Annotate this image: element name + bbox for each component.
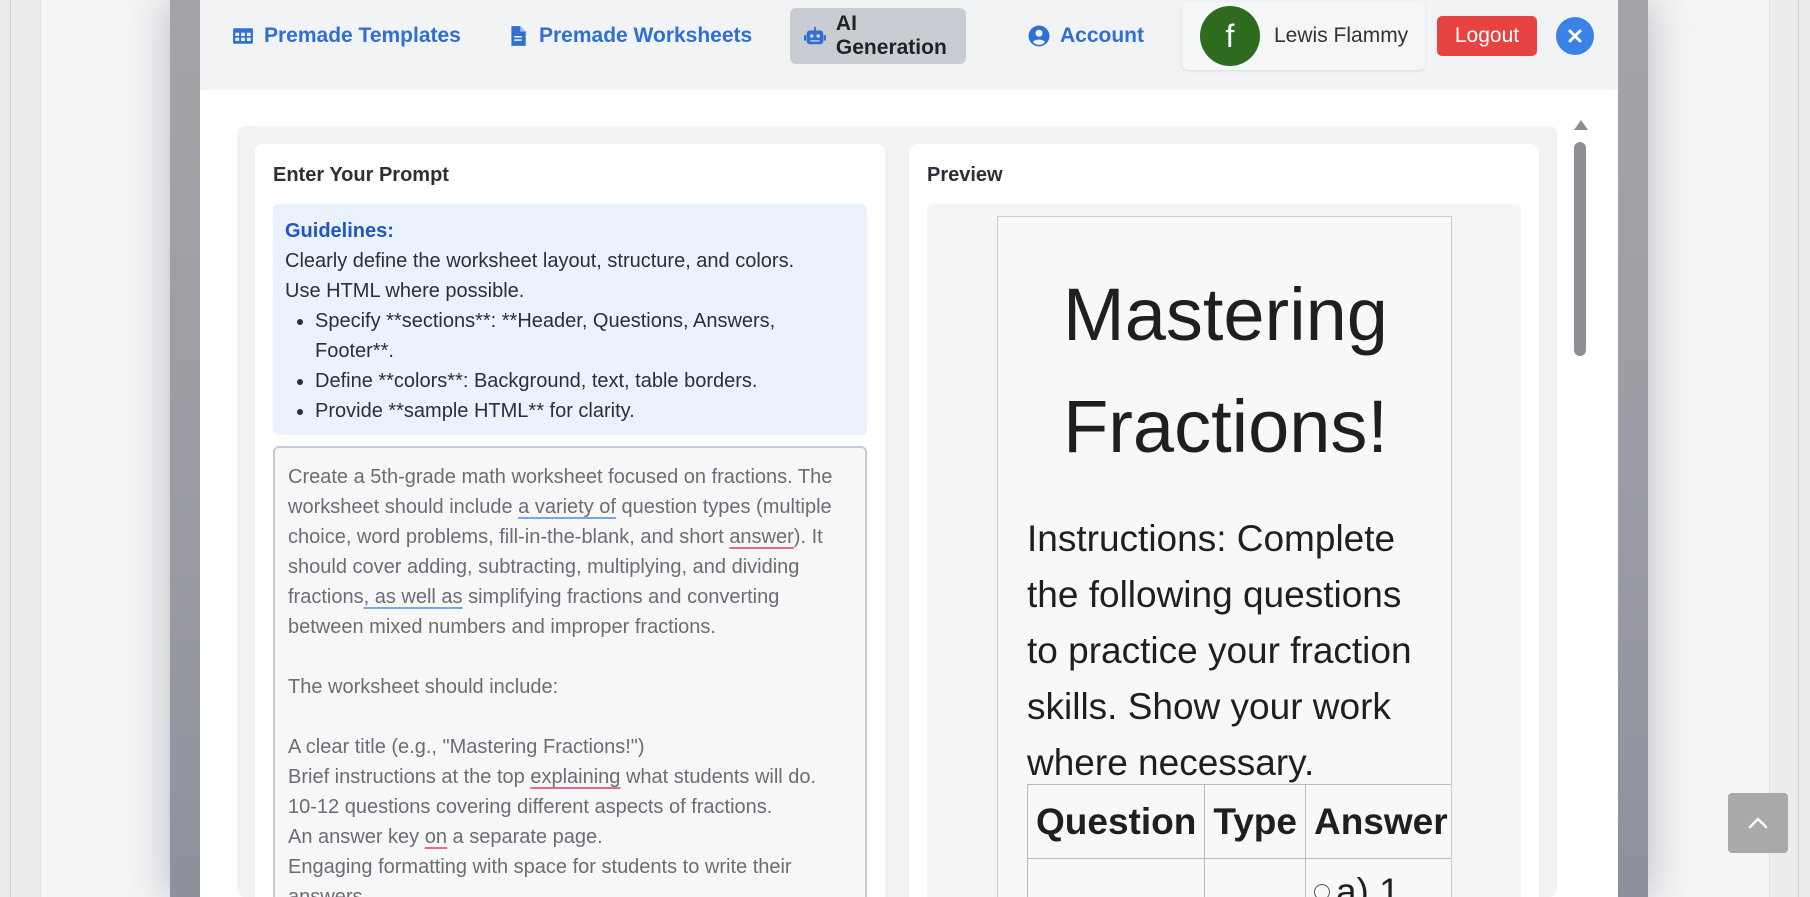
user-profile-chip[interactable]: f Lewis Flammy [1182, 2, 1425, 70]
user-circle-icon [1028, 25, 1050, 47]
avatar: f [1200, 6, 1260, 66]
guidelines-list: Specify **sections**: **Header, Question… [285, 306, 855, 426]
nav-label: AI Generation [835, 12, 947, 59]
prompt-panel-title: Enter Your Prompt [273, 164, 449, 186]
top-navbar: Premade Templates Premade Worksheets AI … [200, 0, 1618, 90]
user-name: Lewis Flammy [1274, 24, 1409, 47]
file-icon [511, 26, 526, 46]
list-item: Define **colors**: Background, text, tab… [315, 366, 855, 396]
prompt-textarea[interactable]: Create a 5th-grade math worksheet focuse… [273, 446, 867, 897]
worksheet-table: Question Type Answer a) 1 [1026, 784, 1451, 897]
table-header: Type [1204, 784, 1306, 859]
scrollbar[interactable] [1571, 120, 1589, 897]
guidelines-intro-1: Clearly define the worksheet layout, str… [285, 250, 795, 272]
ai-generation-modal: Premade Templates Premade Worksheets AI … [200, 0, 1618, 897]
guidelines-box: Guidelines: Clearly define the worksheet… [273, 204, 867, 435]
logout-button[interactable]: Logout [1437, 16, 1537, 56]
radio-button[interactable] [1313, 884, 1330, 897]
table-row: a) 1 [1026, 858, 1451, 897]
generation-content: Enter Your Prompt Guidelines: Clearly de… [237, 126, 1557, 897]
answer-option: a) 1 [1335, 871, 1400, 897]
nav-label: Premade Worksheets [539, 24, 753, 47]
table-icon [233, 28, 253, 44]
preview-panel-title: Preview [927, 164, 1003, 186]
prompt-line: A clear title (e.g., "Mastering Fraction… [288, 736, 645, 758]
preview-area[interactable]: Mastering Fractions! Instructions: Compl… [927, 204, 1521, 897]
page-border-left [10, 0, 11, 897]
back-to-top-button[interactable] [1728, 793, 1788, 853]
prompt-paragraph-2: The worksheet should include: [288, 676, 559, 698]
table-header: Question [1026, 784, 1206, 859]
prompt-line: Engaging formatting with space for stude… [288, 856, 798, 897]
preview-panel: Preview Mastering Fractions! Instruction… [909, 144, 1539, 897]
nav-premade-worksheets[interactable]: Premade Worksheets [493, 8, 766, 64]
prompt-panel: Enter Your Prompt Guidelines: Clearly de… [255, 144, 885, 897]
guidelines-intro-2: Use HTML where possible. [285, 280, 525, 302]
table-cell [1204, 858, 1306, 897]
scroll-up-arrow-icon[interactable] [1574, 120, 1588, 130]
nav-premade-templates[interactable]: Premade Templates [218, 8, 475, 64]
prompt-line: An answer key on a separate page. [288, 826, 603, 848]
prompt-paragraph-1: Create a 5th-grade math worksheet focuse… [288, 466, 838, 638]
robot-icon [804, 26, 826, 45]
page-border-right [1798, 0, 1799, 897]
prompt-line: 10-12 questions covering different aspec… [288, 796, 773, 818]
scrollbar-thumb[interactable] [1574, 142, 1586, 356]
worksheet-instructions: Instructions: Complete the following que… [1027, 518, 1412, 783]
table-cell: a) 1 [1304, 858, 1451, 897]
close-icon [1568, 29, 1582, 43]
prompt-line: Brief instructions at the top explaining… [288, 766, 817, 788]
nav-label: Premade Templates [264, 24, 461, 47]
close-button[interactable] [1556, 17, 1594, 55]
chevron-up-icon [1748, 817, 1768, 829]
list-item: Provide **sample HTML** for clarity. [315, 396, 855, 426]
nav-account[interactable]: Account [1014, 8, 1158, 64]
list-item: Specify **sections**: **Header, Question… [315, 306, 855, 366]
table-cell [1026, 858, 1206, 897]
nav-label: Account [1060, 24, 1144, 47]
worksheet-preview: Mastering Fractions! Instructions: Compl… [997, 216, 1452, 897]
table-header-row: Question Type Answer [1026, 784, 1451, 859]
worksheet-title: Mastering Fractions! [1063, 273, 1388, 468]
table-header: Answer [1304, 784, 1451, 859]
nav-ai-generation[interactable]: AI Generation [790, 8, 966, 64]
guidelines-heading: Guidelines: [285, 220, 394, 242]
